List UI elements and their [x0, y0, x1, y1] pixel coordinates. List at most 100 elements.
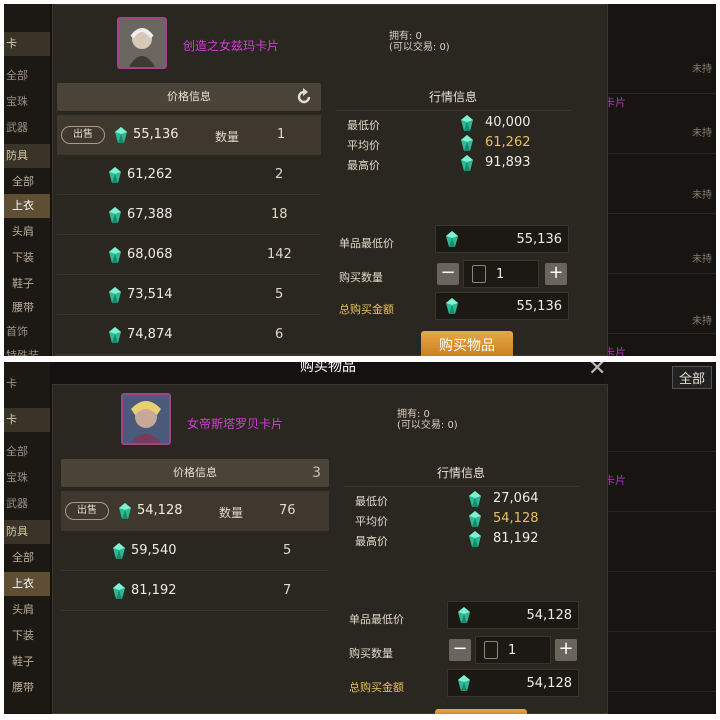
bg-status: 未持: [692, 254, 712, 265]
buy-qty-label: 购买数量: [339, 271, 383, 284]
all-button[interactable]: 全部: [671, 366, 712, 389]
bottom-screenshot: 卡 卡 全部 宝珠 武器 防具 全部 上衣 头肩 下装 鞋子 腰带 卡片 全部 …: [4, 362, 716, 714]
total-field: 55,136: [435, 292, 569, 320]
sell-button[interactable]: 出售: [65, 502, 109, 520]
gem-icon: [461, 115, 473, 131]
market-info: 行情信息 最低价 27,064 平均价 54,128 最高价 81,192 单品…: [343, 459, 579, 714]
sidebar-item-pants[interactable]: 下装: [4, 246, 50, 270]
increase-button[interactable]: +: [555, 639, 577, 661]
unit-min-field: 54,128: [447, 601, 579, 629]
listing-qty: 2: [275, 167, 284, 182]
listing-row[interactable]: 81,192 7: [61, 571, 329, 611]
gem-icon: [458, 607, 470, 623]
calculator-icon[interactable]: [484, 641, 498, 659]
buy-button[interactable]: [435, 709, 527, 714]
buy-button[interactable]: 购买物品: [421, 331, 513, 356]
sidebar-item-accessory[interactable]: 首饰: [4, 320, 50, 344]
refresh-icon[interactable]: [295, 83, 313, 115]
quantity-value: 1: [508, 643, 517, 658]
unit-min-label: 单品最低价: [349, 613, 404, 626]
sidebar-item-all[interactable]: 全部: [4, 64, 50, 88]
sidebar-item-top[interactable]: 上衣: [4, 572, 50, 596]
gem-icon: [109, 207, 121, 223]
bg-status: 未持: [692, 316, 712, 327]
sidebar-item-weapon[interactable]: 武器: [4, 116, 50, 140]
sidebar-item-pants[interactable]: 下装: [4, 624, 50, 648]
buy-dialog: 创造之女兹玛卡片 拥有: 0 (可以交易: 0) 价格信息 出售 55,136 …: [52, 4, 608, 356]
max-price-value: 81,192: [493, 531, 539, 546]
category-sidebar: 卡 卡 全部 宝珠 武器 防具 全部 上衣 头肩 下装 鞋子 腰带: [4, 362, 50, 714]
listing-row[interactable]: 61,262 2: [57, 155, 321, 195]
tradeable-count: (可以交易: 0): [389, 42, 450, 53]
listing-price: 68,068: [127, 247, 173, 262]
listing-row[interactable]: 59,540 5: [61, 531, 329, 571]
sidebar-item-belt[interactable]: 腰带: [4, 676, 50, 700]
sidebar-item-belt[interactable]: 腰带: [4, 296, 50, 320]
listing-price: 81,192: [131, 583, 177, 598]
category-sidebar: 卡 全部 宝珠 武器 防具 全部 上衣 头肩 下装 鞋子 腰带 首饰 特殊装: [4, 4, 50, 356]
listing-row[interactable]: 出售 55,136 数量 1: [57, 115, 321, 155]
listing-price: 67,388: [127, 207, 173, 222]
top-screenshot: 卡 全部 宝珠 武器 防具 全部 上衣 头肩 下装 鞋子 腰带 首饰 特殊装 卡…: [4, 4, 716, 356]
total-value: 55,136: [516, 299, 563, 314]
unit-min-value: 55,136: [516, 232, 563, 247]
sidebar-item-orb[interactable]: 宝珠: [4, 466, 50, 490]
bg-status: 未持: [692, 128, 712, 139]
tradeable-count: (可以交易: 0): [397, 420, 458, 431]
quantity-input[interactable]: 1: [475, 636, 551, 664]
sidebar-item-shoes[interactable]: 鞋子: [4, 272, 50, 296]
listing-row[interactable]: 67,388 18: [57, 195, 321, 235]
buy-dialog: 女帝斯塔罗贝卡片 拥有: 0 (可以交易: 0) 价格信息 3 出售 54,12…: [52, 384, 608, 714]
sidebar-item-armor[interactable]: 防具: [4, 520, 50, 544]
sidebar-item-weapon[interactable]: 武器: [4, 492, 50, 516]
listing-price: 61,262: [127, 167, 173, 182]
gem-icon: [461, 135, 473, 151]
decrease-button[interactable]: −: [449, 639, 471, 661]
listing-qty: 7: [283, 583, 292, 598]
gem-icon: [109, 327, 121, 343]
sidebar-item-orb[interactable]: 宝珠: [4, 90, 50, 114]
sidebar-item-special[interactable]: 特殊装: [4, 344, 50, 356]
price-header-label: 价格信息: [173, 466, 217, 479]
gem-icon: [469, 511, 481, 527]
sidebar-item-card-top[interactable]: 卡: [4, 372, 50, 396]
listing-row[interactable]: 74,874 6: [57, 315, 321, 355]
quantity-input[interactable]: 1: [463, 260, 539, 288]
sidebar-item-all[interactable]: 全部: [4, 440, 50, 464]
min-price-value: 27,064: [493, 491, 539, 506]
price-info-header: 价格信息 3: [61, 459, 329, 487]
sidebar-item-card[interactable]: 卡: [4, 32, 50, 56]
listing-row[interactable]: 出售 54,128 数量 76: [61, 491, 329, 531]
gem-icon: [469, 491, 481, 507]
listing-count: 3: [312, 465, 321, 481]
sidebar-item-shoulder[interactable]: 头肩: [4, 220, 50, 244]
total-value: 54,128: [526, 676, 573, 691]
close-icon[interactable]: ✕: [588, 362, 606, 381]
listing-row[interactable]: 68,068 142: [57, 235, 321, 275]
market-info-header: 行情信息: [343, 459, 579, 487]
sidebar-item-top[interactable]: 上衣: [4, 194, 50, 218]
sidebar-item-armor-all[interactable]: 全部: [4, 546, 50, 570]
avg-price-value: 61,262: [485, 135, 531, 150]
gem-icon: [115, 127, 127, 143]
calculator-icon[interactable]: [472, 265, 486, 283]
min-price-label: 最低价: [355, 495, 388, 508]
unit-min-label: 单品最低价: [339, 237, 394, 250]
sidebar-item-armor[interactable]: 防具: [4, 144, 50, 168]
listing-row[interactable]: 73,514 5: [57, 275, 321, 315]
background-list: 卡片 卡片 未持 未持 未持 未持 未持: [604, 4, 716, 356]
price-list: 价格信息 出售 55,136 数量 1 61,262 2 67,388 18 6…: [57, 83, 321, 356]
decrease-button[interactable]: −: [437, 263, 459, 285]
sidebar-item-shoes[interactable]: 鞋子: [4, 650, 50, 674]
sidebar-item-card[interactable]: 卡: [4, 408, 50, 432]
increase-button[interactable]: +: [545, 263, 567, 285]
total-label: 总购买金额: [339, 303, 394, 316]
listing-price: 74,874: [127, 327, 173, 342]
sell-button[interactable]: 出售: [61, 126, 105, 144]
quantity-label: 数量: [219, 506, 244, 520]
bg-status: 未持: [692, 190, 712, 201]
sidebar-item-armor-all[interactable]: 全部: [4, 170, 50, 194]
sidebar-item-shoulder[interactable]: 头肩: [4, 598, 50, 622]
gem-icon: [461, 155, 473, 171]
card-name: 女帝斯塔罗贝卡片: [187, 417, 284, 431]
